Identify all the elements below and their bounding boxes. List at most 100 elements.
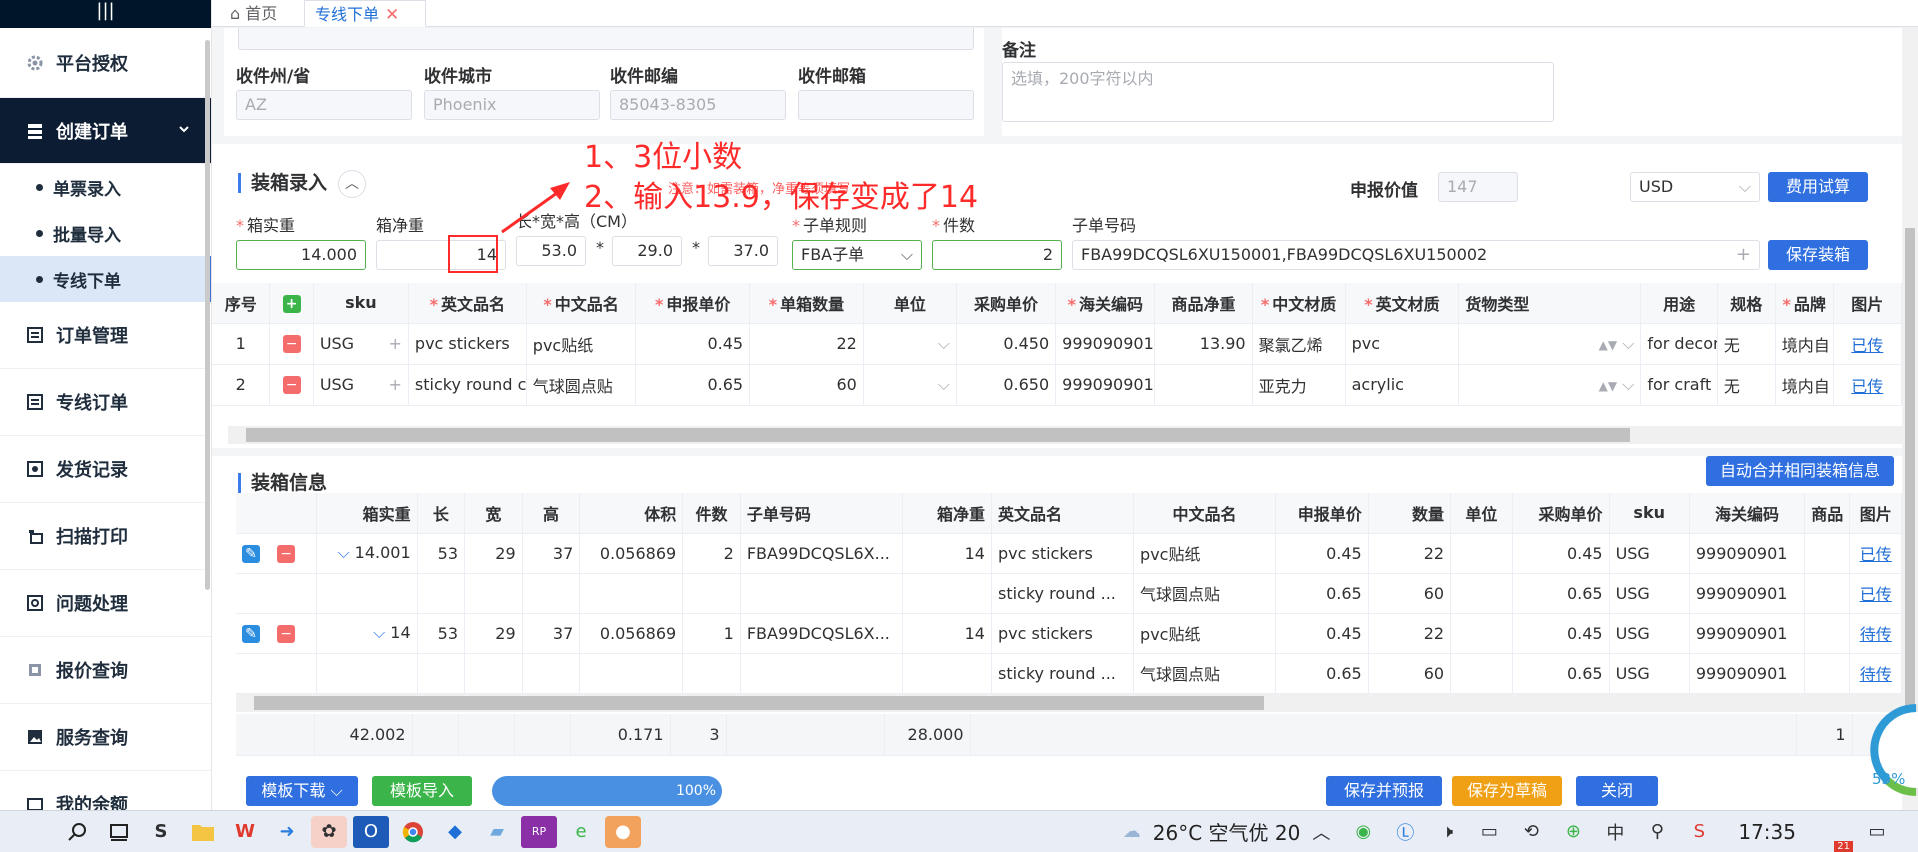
- plus-icon[interactable]: +: [1736, 241, 1751, 269]
- save-draft-button[interactable]: 保存为草稿: [1452, 776, 1562, 806]
- sub-rule-select[interactable]: FBA子单 ⌵: [792, 240, 922, 270]
- save-packing-button[interactable]: 保存装箱: [1768, 240, 1868, 270]
- sidebar-item-dedicated-orders[interactable]: 专线订单: [0, 369, 211, 436]
- template-download-button[interactable]: 模板下载 ⌵: [246, 776, 358, 806]
- tray-app-icon[interactable]: Ⓛ: [1387, 816, 1423, 848]
- email-field[interactable]: [798, 90, 974, 120]
- wechat-icon[interactable]: ●: [605, 815, 641, 848]
- task-view-icon[interactable]: [101, 816, 137, 848]
- sidebar-item-order-mgmt[interactable]: 订单管理: [0, 302, 211, 369]
- packing-info-scrollbar[interactable]: [236, 694, 1902, 712]
- folder-icon[interactable]: [185, 816, 221, 848]
- currency-select[interactable]: USD ⌵: [1630, 172, 1760, 202]
- browser-icon[interactable]: e: [563, 816, 599, 848]
- cell-net[interactable]: [1154, 364, 1253, 406]
- edit-icon[interactable]: ✎: [242, 624, 260, 643]
- search-icon[interactable]: [59, 816, 95, 848]
- app-icon[interactable]: ✿: [311, 815, 347, 848]
- cell-cn-material[interactable]: 亚克力: [1252, 364, 1346, 406]
- cell-hs-code[interactable]: 999090901: [1055, 323, 1156, 365]
- rp-icon[interactable]: RP: [521, 815, 557, 848]
- cell-cargo-type[interactable]: ▲▼ ⌵: [1458, 323, 1642, 365]
- sidebar-item-quote[interactable]: 报价查询: [0, 637, 211, 704]
- cell-use[interactable]: for craft: [1640, 364, 1718, 406]
- ime-icon[interactable]: 中: [1597, 816, 1633, 848]
- clock-time[interactable]: 17:35: [1738, 820, 1796, 844]
- save-preview-button[interactable]: 保存并预报: [1326, 776, 1442, 806]
- chevron-down-icon[interactable]: ⌵: [337, 543, 349, 562]
- plus-icon[interactable]: +: [389, 334, 402, 353]
- declared-value-field[interactable]: 147: [1438, 172, 1518, 202]
- sidebar-item-balance[interactable]: 我的余额: [0, 771, 211, 810]
- cell-en-name[interactable]: pvc stickers: [408, 323, 527, 365]
- cell-unit[interactable]: ⌵: [863, 323, 957, 365]
- notes-icon[interactable]: ▰: [479, 816, 515, 848]
- image-link[interactable]: 已传: [1860, 585, 1892, 604]
- tab-dedicated-order[interactable]: 专线下单 ✕: [304, 0, 426, 27]
- sidebar-subitem-single[interactable]: 单票录入: [0, 164, 211, 210]
- city-field[interactable]: Phoenix: [424, 90, 600, 120]
- delete-row-icon[interactable]: −: [277, 544, 296, 563]
- cell-brand[interactable]: 境内自: [1775, 323, 1834, 365]
- scrollbar-thumb[interactable]: [246, 428, 1630, 442]
- sidebar-item-scan-print[interactable]: 扫描打印: [0, 503, 211, 570]
- cell-hs-code[interactable]: 999090901: [1055, 364, 1156, 406]
- volume-icon[interactable]: 🕨: [1429, 816, 1465, 848]
- sidebar-subitem-dedicated-order[interactable]: 专线下单: [0, 256, 211, 302]
- sidebar-item-platform-auth[interactable]: 平台授权: [0, 28, 211, 98]
- sidebar-item-issues[interactable]: 问题处理: [0, 570, 211, 637]
- scrollbar-thumb[interactable]: [254, 696, 1264, 710]
- delete-row-icon[interactable]: −: [282, 376, 301, 395]
- stepper-icon[interactable]: ▲▼: [1599, 338, 1617, 352]
- image-link[interactable]: 待传: [1860, 665, 1892, 684]
- cell-cn-name[interactable]: 气球圆点贴: [526, 364, 637, 406]
- cell-unit[interactable]: ⌵: [863, 364, 957, 406]
- chrome-icon[interactable]: [395, 816, 431, 848]
- cell-sku[interactable]: USG +: [313, 364, 409, 406]
- address-field[interactable]: [238, 28, 974, 50]
- tray-app-icon[interactable]: ⟲: [1513, 816, 1549, 848]
- tray-app-icon[interactable]: S: [1681, 816, 1717, 848]
- notification-icon[interactable]: 21: [1817, 816, 1853, 852]
- network-icon[interactable]: ▭: [1471, 816, 1507, 848]
- cell-en-material[interactable]: pvc: [1345, 323, 1460, 365]
- feishu-icon[interactable]: ➜: [269, 816, 305, 848]
- sidebar-item-shipping-records[interactable]: 发货记录: [0, 436, 211, 503]
- menu-toggle-icon[interactable]: |||: [0, 0, 211, 28]
- pieces-field[interactable]: 2: [932, 240, 1062, 270]
- auto-merge-button[interactable]: 自动合并相同装箱信息: [1706, 456, 1894, 486]
- weather-text[interactable]: 26°C 空气优 20: [1153, 817, 1301, 846]
- outlook-icon[interactable]: O: [353, 815, 389, 848]
- tray-app-icon[interactable]: ⚲: [1639, 816, 1675, 848]
- cell-cargo-type[interactable]: ▲▼ ⌵: [1458, 364, 1642, 406]
- stepper-icon[interactable]: ▲▼: [1599, 379, 1617, 393]
- close-icon[interactable]: ✕: [385, 5, 399, 25]
- wps-icon[interactable]: W: [227, 816, 263, 848]
- sub-no-field[interactable]: FBA99DCQSL6XU150001,FBA99DCQSL6XU150002 …: [1072, 240, 1760, 270]
- sidebar-subitem-batch[interactable]: 批量导入: [0, 210, 211, 256]
- app-icon[interactable]: S: [143, 816, 179, 848]
- cell-qty[interactable]: 60: [749, 364, 864, 406]
- image-upload-link[interactable]: 已传: [1851, 377, 1883, 396]
- image-link[interactable]: 已传: [1860, 545, 1892, 564]
- sidebar-item-create-order[interactable]: 创建订单: [0, 98, 211, 164]
- collapse-icon[interactable]: ︿: [338, 170, 366, 198]
- cell-purchase[interactable]: 0.450: [956, 323, 1057, 365]
- cell-qty[interactable]: 22: [749, 323, 864, 365]
- entry-table-scrollbar[interactable]: [228, 426, 1902, 444]
- height-field[interactable]: 37.0: [708, 236, 778, 266]
- template-import-button[interactable]: 模板导入: [372, 776, 472, 806]
- speed-widget[interactable]: 53%: [1866, 700, 1918, 800]
- cell-en-material[interactable]: acrylic: [1345, 364, 1460, 406]
- cell-use[interactable]: for decora: [1640, 323, 1718, 365]
- dev-tool-icon[interactable]: ◆: [437, 816, 473, 848]
- add-row-icon[interactable]: +: [282, 294, 301, 313]
- cell-brand[interactable]: 境内自: [1775, 364, 1834, 406]
- delete-row-icon[interactable]: −: [277, 624, 296, 643]
- action-center-icon[interactable]: ▭: [1859, 816, 1895, 848]
- zip-field[interactable]: 85043-8305: [610, 90, 786, 120]
- remark-field[interactable]: 选填，200字符以内: [1002, 62, 1554, 122]
- tab-home[interactable]: ⌂ 首页: [220, 0, 287, 27]
- tray-app-icon[interactable]: ⊕: [1555, 816, 1591, 848]
- cell-purchase[interactable]: 0.650: [956, 364, 1057, 406]
